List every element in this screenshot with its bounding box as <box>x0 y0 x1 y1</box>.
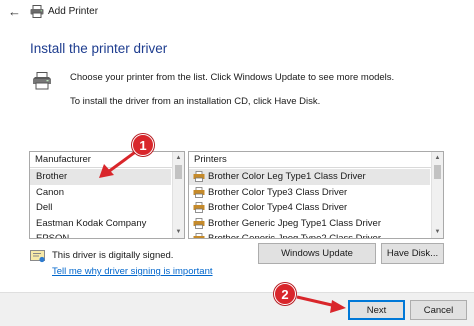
description-line-1: Choose your printer from the list. Click… <box>70 72 395 83</box>
printer-driver-icon <box>193 186 205 198</box>
printer-item-label: Brother Color Type4 Class Driver <box>208 202 348 213</box>
title-bar: ← Add Printer <box>0 0 474 24</box>
annotation-badge-2: 2 <box>274 283 296 305</box>
scroll-up-icon[interactable]: ▲ <box>432 152 443 164</box>
printer-item[interactable]: Brother Color Leg Type1 Class Driver <box>189 169 430 185</box>
scroll-down-icon[interactable]: ▼ <box>432 226 443 238</box>
printer-items: Brother Color Leg Type1 Class Driver Bro… <box>189 169 430 238</box>
printer-item[interactable]: Brother Color Type4 Class Driver <box>189 200 430 216</box>
scrollbar-thumb[interactable] <box>175 165 182 179</box>
driver-signing-link[interactable]: Tell me why driver signing is important <box>52 266 213 277</box>
printer-item-label: Brother Generic Jpeg Type2 Class Driver <box>208 233 382 239</box>
scroll-up-icon[interactable]: ▲ <box>173 152 184 164</box>
manufacturer-item-eastman-kodak[interactable]: Eastman Kodak Company <box>30 216 171 232</box>
printer-driver-icon <box>193 171 205 183</box>
printers-list[interactable]: Printers Brother Color Leg Type1 Class D… <box>188 151 444 239</box>
scrollbar-thumb[interactable] <box>434 165 441 179</box>
printer-item[interactable]: Brother Generic Jpeg Type1 Class Driver <box>189 216 430 232</box>
printer-item-label: Brother Color Type3 Class Driver <box>208 186 348 198</box>
printer-driver-icon <box>193 233 205 238</box>
manufacturer-item-brother[interactable]: Brother <box>30 169 171 185</box>
signed-status-text: This driver is digitally signed. <box>52 250 174 261</box>
manufacturer-list[interactable]: Manufacturer Brother Canon Dell Eastman … <box>29 151 185 239</box>
description-line-2: To install the driver from an installati… <box>70 96 321 107</box>
windows-update-button[interactable]: Windows Update <box>258 243 376 264</box>
printer-item-label: Brother Color Leg Type1 Class Driver <box>208 171 366 182</box>
printer-item[interactable]: Brother Color Type3 Class Driver <box>189 185 430 201</box>
printer-icon <box>30 5 44 21</box>
have-disk-button[interactable]: Have Disk... <box>381 243 444 264</box>
cancel-button[interactable]: Cancel <box>410 300 467 320</box>
printer-driver-icon <box>193 202 205 214</box>
printers-scrollbar[interactable]: ▲ ▼ <box>431 152 443 238</box>
printers-list-header: Printers <box>189 152 443 168</box>
page-heading: Install the printer driver <box>30 41 168 56</box>
printer-item-label: Brother Generic Jpeg Type1 Class Driver <box>208 217 382 229</box>
manufacturer-scrollbar[interactable]: ▲ ▼ <box>172 152 184 238</box>
back-arrow-icon[interactable]: ← <box>8 5 22 19</box>
next-button[interactable]: Next <box>348 300 405 320</box>
printer-item[interactable]: Brother Generic Jpeg Type2 Class Driver <box>189 231 430 239</box>
manufacturer-item-dell[interactable]: Dell <box>30 200 171 216</box>
manufacturer-items: Brother Canon Dell Eastman Kodak Company… <box>30 169 171 238</box>
annotation-badge-1: 1 <box>132 134 154 156</box>
scroll-down-icon[interactable]: ▼ <box>173 226 184 238</box>
printer-icon <box>32 72 52 93</box>
window-title: Add Printer <box>48 6 99 17</box>
manufacturer-list-header: Manufacturer <box>30 152 184 168</box>
manufacturer-item-epson[interactable]: EPSON <box>30 231 171 238</box>
signed-driver-icon <box>30 250 46 266</box>
manufacturer-item-canon[interactable]: Canon <box>30 185 171 201</box>
printer-driver-icon <box>193 217 205 229</box>
